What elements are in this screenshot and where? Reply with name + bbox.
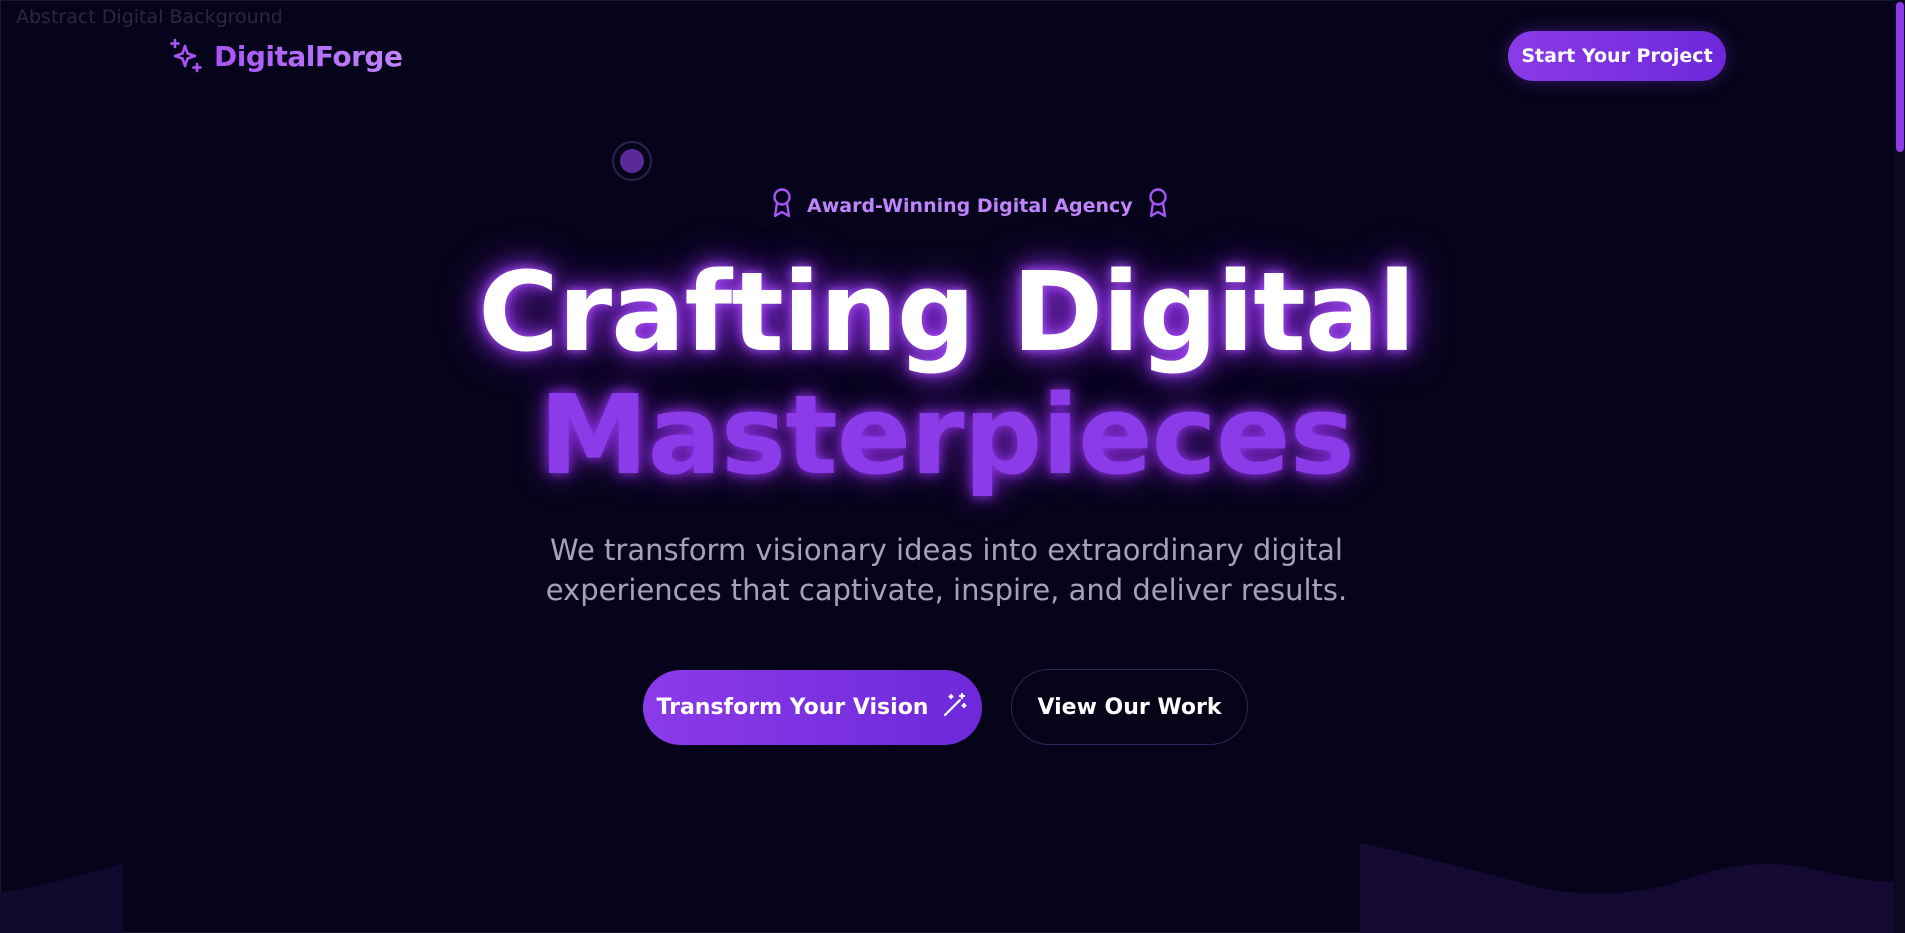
- view-work-button[interactable]: View Our Work: [1011, 669, 1248, 745]
- sparkles-icon: [168, 38, 204, 74]
- badge-label: Award-Winning Digital Agency: [807, 194, 1133, 217]
- transform-vision-button[interactable]: Transform Your Vision: [643, 670, 982, 745]
- page-viewport: Abstract Digital Background DigitalForge…: [0, 0, 1905, 933]
- page-scrollbar[interactable]: [1893, 0, 1905, 933]
- hero-headline-line2: Masterpieces: [539, 371, 1355, 499]
- award-badge: Award-Winning Digital Agency: [771, 187, 1169, 224]
- decorative-wave-right: [1360, 843, 1894, 933]
- magic-wand-icon: [942, 692, 968, 724]
- background-image-alt: Abstract Digital Background: [16, 6, 283, 28]
- floating-orb-core: [620, 149, 644, 173]
- start-project-button[interactable]: Start Your Project: [1508, 31, 1726, 81]
- scrollbar-thumb[interactable]: [1896, 2, 1904, 152]
- primary-cta-label: Transform Your Vision: [656, 695, 929, 720]
- award-ribbon-icon: [771, 187, 793, 224]
- brand-logo[interactable]: DigitalForge: [168, 38, 403, 74]
- brand-name: DigitalForge: [214, 39, 403, 73]
- hero-headline-line1: Crafting Digital: [478, 248, 1416, 376]
- decorative-wave-left: [0, 863, 123, 933]
- hero-subtext: We transform visionary ideas into extrao…: [545, 533, 1348, 607]
- award-ribbon-icon: [1147, 187, 1169, 224]
- floating-orb: [612, 141, 652, 181]
